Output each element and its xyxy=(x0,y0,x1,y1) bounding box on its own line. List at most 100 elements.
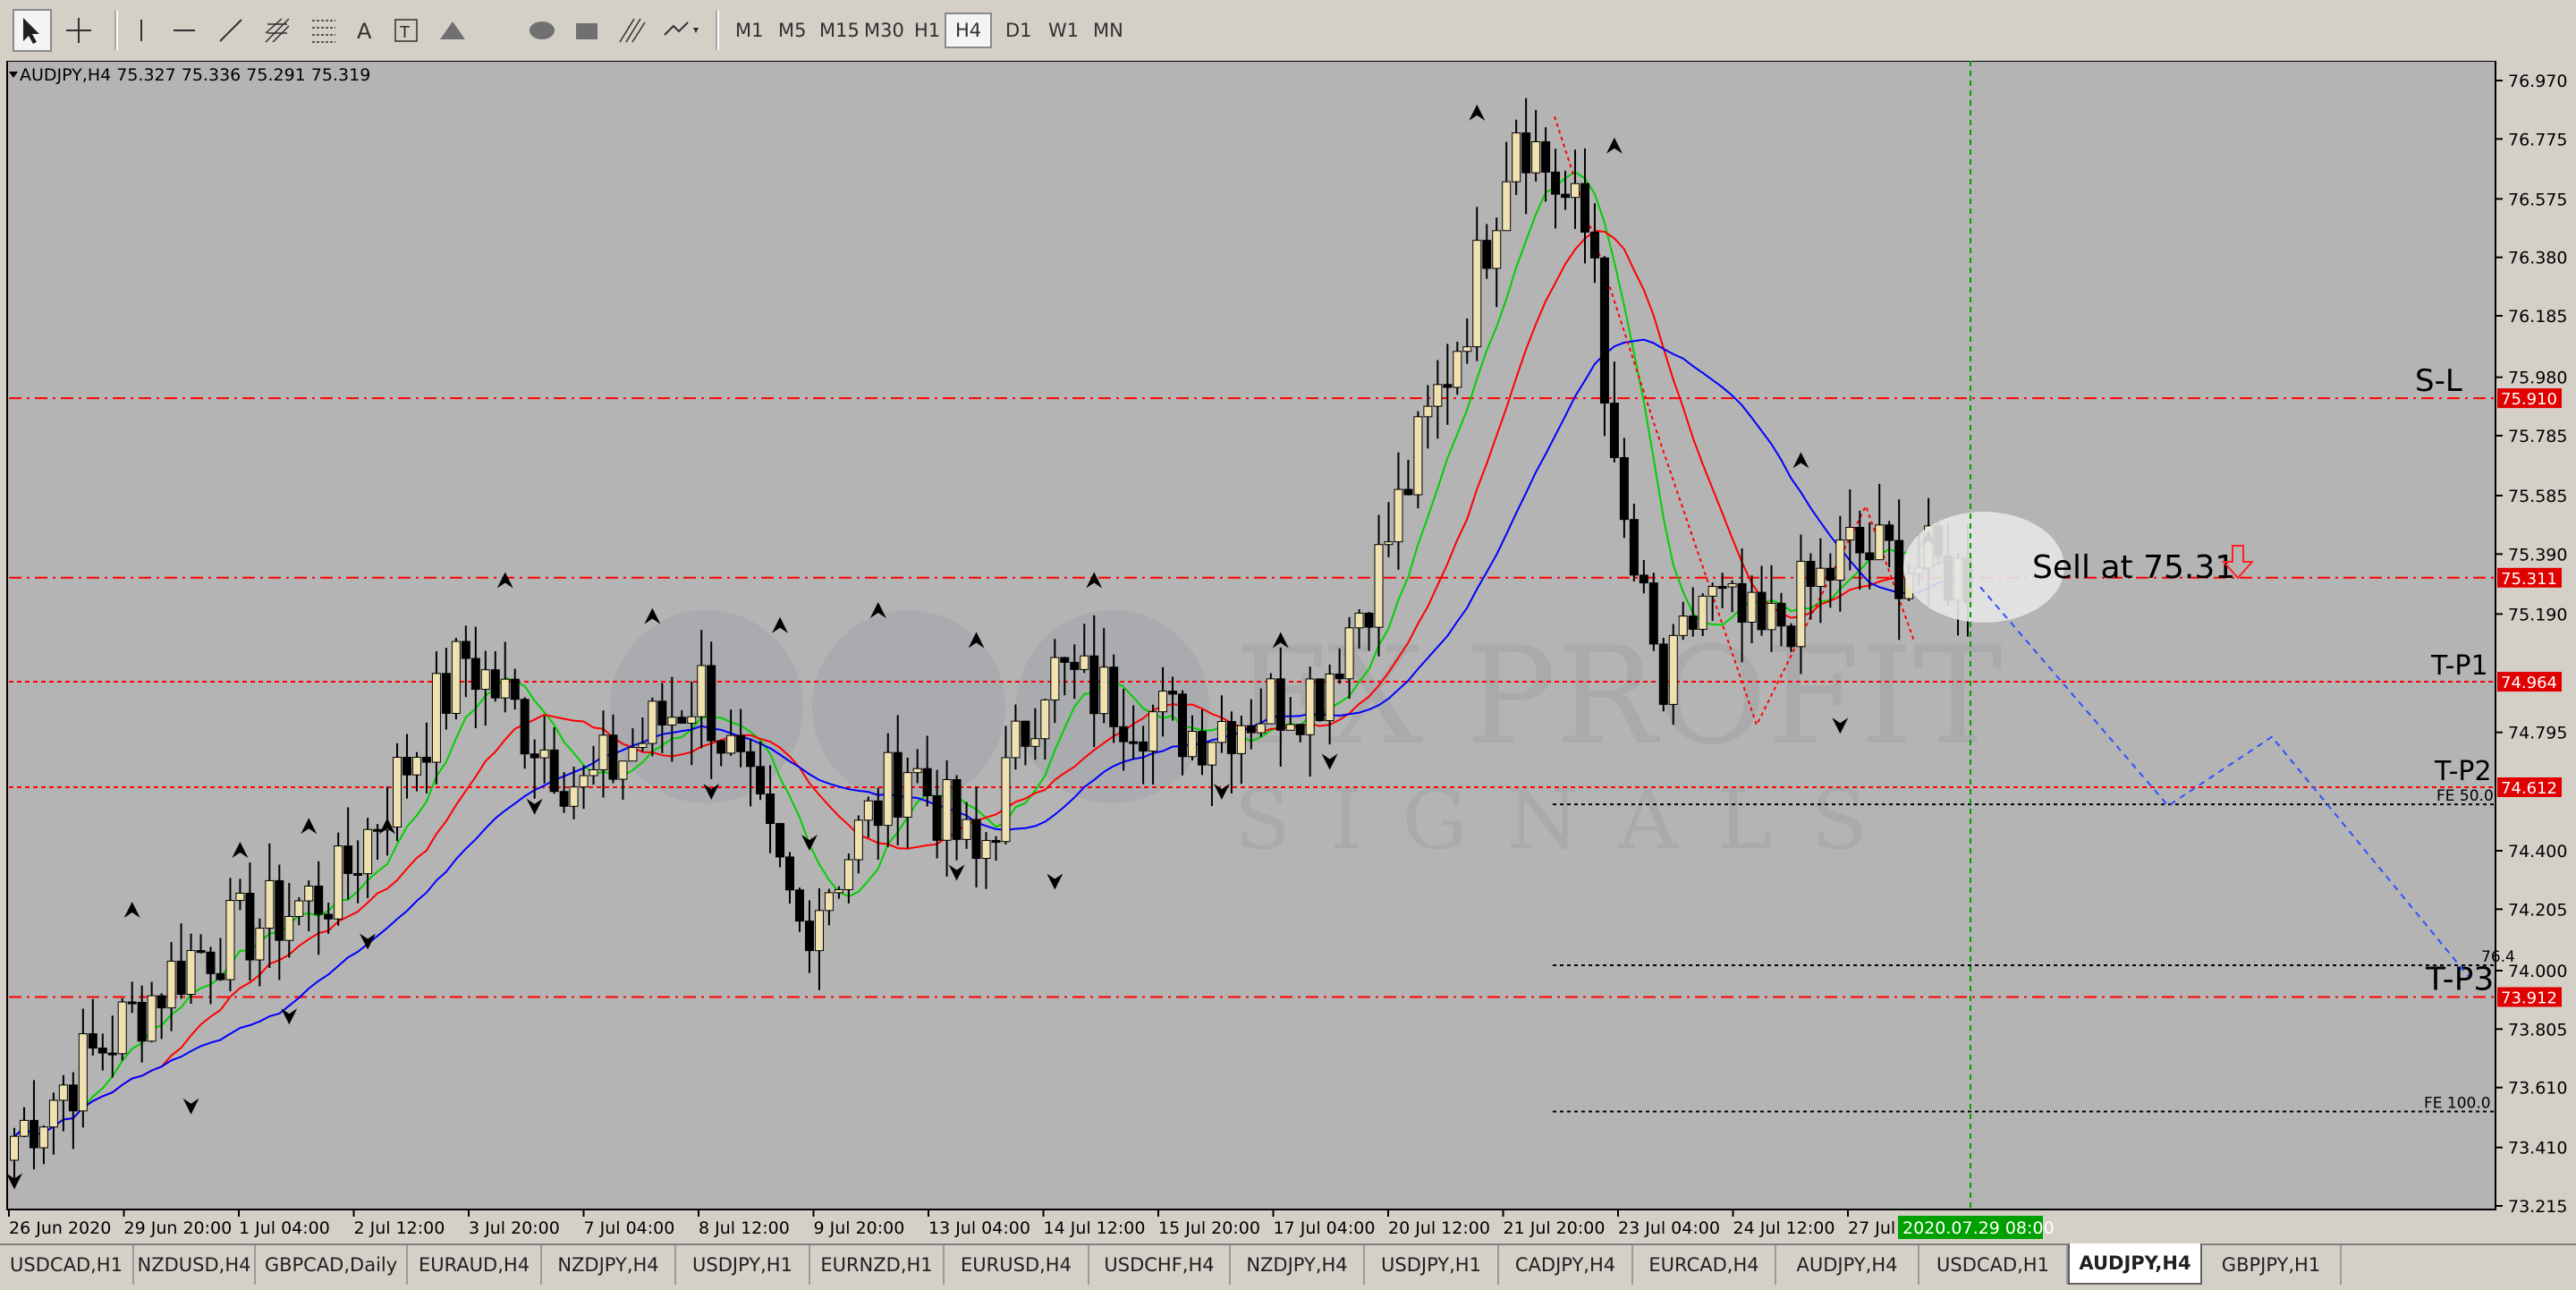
candle-body xyxy=(1688,615,1698,630)
candle-body xyxy=(1001,757,1011,843)
text-label-icon[interactable]: T xyxy=(388,9,424,52)
timeframe-m5[interactable]: M5 xyxy=(769,13,815,48)
timeframe-m1[interactable]: M1 xyxy=(726,13,772,48)
timeframe-w1[interactable]: W1 xyxy=(1039,13,1088,48)
time-axis-label: 1 Jul 04:00 xyxy=(239,1218,330,1238)
chart-tab[interactable]: USDJPY,H1 xyxy=(676,1245,810,1285)
candle-body xyxy=(834,888,843,894)
chart-tab[interactable]: USDCAD,H1 xyxy=(1919,1245,2068,1285)
chart-tab[interactable]: AUDJPY,H4 xyxy=(2068,1243,2202,1285)
triangle-icon[interactable] xyxy=(433,9,472,52)
candle-body xyxy=(1875,524,1885,561)
candle-body xyxy=(559,791,569,807)
sell-annotation: Sell at 75.31 xyxy=(2032,549,2235,586)
candle-body xyxy=(697,665,707,717)
crosshair-icon[interactable] xyxy=(59,9,98,52)
price-chart[interactable]: FX PROFIT SIGNALS FE 50.076.4FE 100.0 75… xyxy=(0,61,2576,1243)
chart-tab[interactable]: AUDJPY,H4 xyxy=(1776,1245,1919,1285)
candle-body xyxy=(1521,132,1531,174)
chart-tab[interactable]: USDCHF,H4 xyxy=(1089,1245,1231,1285)
cursor-icon[interactable] xyxy=(13,9,52,52)
chart-tab[interactable]: EURAUD,H4 xyxy=(408,1245,542,1285)
candle-body xyxy=(843,859,853,890)
candle-body xyxy=(1894,539,1904,599)
candle-body xyxy=(225,900,235,980)
candle-body xyxy=(1275,678,1285,731)
svg-text:A: A xyxy=(357,19,372,44)
candle-body xyxy=(1403,488,1413,496)
candle-body xyxy=(1443,384,1453,388)
level-label: T-P2 xyxy=(2434,756,2492,787)
chart-tab[interactable]: GBPCAD,Daily xyxy=(256,1245,408,1285)
time-axis-label: 21 Jul 20:00 xyxy=(1504,1218,1606,1238)
candle-body xyxy=(1668,634,1678,705)
candle-body xyxy=(1335,673,1344,680)
horizontal-line-icon[interactable] xyxy=(165,9,204,52)
chart-tab[interactable]: NZDUSD,H4 xyxy=(134,1245,256,1285)
trendline-icon[interactable] xyxy=(211,9,250,52)
chart-tab[interactable]: NZDJPY,H4 xyxy=(1231,1245,1365,1285)
candle-body xyxy=(235,892,245,902)
ellipse-icon[interactable] xyxy=(522,9,562,52)
candle-body xyxy=(1629,519,1639,576)
candle-body xyxy=(1325,673,1335,722)
candle-body xyxy=(628,747,638,762)
candle-body xyxy=(334,845,343,920)
candle-body xyxy=(883,751,893,827)
arrows-icon[interactable] xyxy=(658,9,703,52)
candle-body xyxy=(932,795,942,841)
rectangle-icon[interactable] xyxy=(567,9,606,52)
timeframe-h1[interactable]: H1 xyxy=(905,13,949,48)
timeframe-mn[interactable]: MN xyxy=(1084,13,1132,48)
time-axis-label: 3 Jul 20:00 xyxy=(469,1218,560,1238)
candle-body xyxy=(1786,625,1796,648)
candle-body xyxy=(166,960,176,1009)
candle-body xyxy=(353,872,363,876)
chart-tab[interactable]: EURNZD,H1 xyxy=(810,1245,945,1285)
candle-body xyxy=(1207,742,1216,766)
price-tag-label: 74.964 xyxy=(2501,674,2557,692)
candle-body xyxy=(10,1135,19,1161)
chart-tab[interactable]: USDCAD,H1 xyxy=(0,1245,134,1285)
price-axis-label: 75.785 xyxy=(2508,427,2567,446)
candle-body xyxy=(470,658,480,691)
chart-tab[interactable]: EURUSD,H4 xyxy=(945,1245,1089,1285)
candle-body xyxy=(1148,711,1158,752)
equidistant-channel-icon[interactable] xyxy=(258,9,297,52)
candle-body xyxy=(922,768,932,797)
candle-body xyxy=(638,743,648,749)
price-axis-label: 75.585 xyxy=(2508,487,2567,506)
candle-body xyxy=(569,786,579,807)
candle-body xyxy=(756,766,766,795)
time-axis-label: 13 Jul 04:00 xyxy=(928,1218,1030,1238)
chart-tab[interactable]: GBPJPY,H1 xyxy=(2202,1245,2342,1285)
candle-body xyxy=(1344,627,1354,680)
chart-header: AUDJPY,H4 75.327 75.336 75.291 75.319 xyxy=(20,65,370,85)
timeframe-h4[interactable]: H4 xyxy=(945,13,993,48)
candle-body xyxy=(1168,691,1178,695)
candle-body xyxy=(196,950,206,954)
candle-body xyxy=(981,840,991,860)
chart-tab[interactable]: EURCAD,H4 xyxy=(1633,1245,1776,1285)
candle-body xyxy=(1727,582,1737,588)
candle-body xyxy=(1060,657,1070,663)
chart-tab[interactable]: NZDJPY,H4 xyxy=(542,1245,676,1285)
fibonacci-icon[interactable] xyxy=(304,9,343,52)
candle-body xyxy=(1678,615,1688,636)
text-icon[interactable]: A xyxy=(347,9,383,52)
candle-body xyxy=(1080,655,1089,670)
vertical-line-icon[interactable] xyxy=(125,9,157,52)
chart-tab[interactable]: CADJPY,H4 xyxy=(1499,1245,1633,1285)
candle-body xyxy=(824,892,834,912)
candle-body xyxy=(814,910,824,952)
chart-window: FX PROFIT SIGNALS FE 50.0 76.4 FE 100.0 75… xyxy=(0,61,2576,1243)
channel-lines-icon[interactable] xyxy=(612,9,651,52)
chart-tab[interactable]: USDJPY,H1 xyxy=(1365,1245,1499,1285)
price-axis-label: 76.775 xyxy=(2508,130,2567,149)
candle-body xyxy=(216,972,225,980)
timeframe-d1[interactable]: D1 xyxy=(996,13,1041,48)
candle-body xyxy=(1502,181,1512,232)
candle-body xyxy=(1747,591,1757,624)
candle-body xyxy=(137,1001,147,1042)
price-axis-label: 76.575 xyxy=(2508,190,2567,209)
